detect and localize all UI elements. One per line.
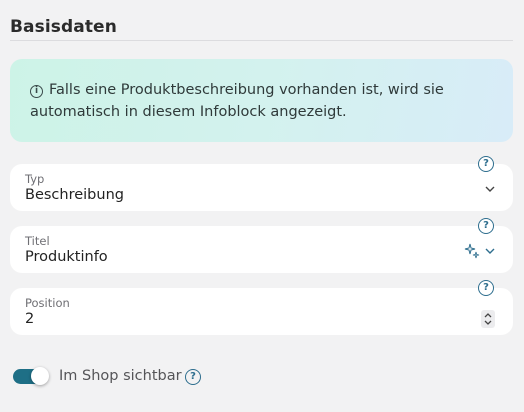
typ-label: Typ xyxy=(25,172,45,186)
position-field[interactable]: ? Position 2 xyxy=(10,280,513,335)
shop-visible-label: Im Shop sichtbar xyxy=(59,368,182,384)
section-title: Basisdaten xyxy=(10,17,117,37)
section-divider xyxy=(10,40,513,41)
position-value[interactable]: 2 xyxy=(25,311,34,327)
shop-visible-toggle[interactable] xyxy=(13,367,49,385)
titel-label: Titel xyxy=(25,234,50,248)
shop-visible-help-icon[interactable]: ? xyxy=(185,369,201,385)
typ-help-icon[interactable]: ? xyxy=(478,156,494,172)
titel-help-icon[interactable]: ? xyxy=(478,218,494,234)
typ-value: Beschreibung xyxy=(25,187,124,203)
info-box: i Falls eine Produktbeschreibung vorhande… xyxy=(10,59,513,142)
chevron-down-icon[interactable] xyxy=(485,185,495,193)
position-label: Position xyxy=(25,296,70,310)
ai-sparkle-icon[interactable] xyxy=(464,243,480,259)
toggle-knob[interactable] xyxy=(31,367,49,385)
position-stepper[interactable] xyxy=(481,310,495,328)
stepper-arrows-icon[interactable] xyxy=(481,310,495,328)
position-help-icon[interactable]: ? xyxy=(478,280,494,296)
info-text: Falls eine Produktbeschreibung vorhanden… xyxy=(30,82,444,120)
chevron-down-icon[interactable] xyxy=(485,247,495,255)
titel-value: Produktinfo xyxy=(25,249,108,265)
info-icon: i xyxy=(30,85,43,98)
typ-select[interactable]: ? Typ Beschreibung xyxy=(10,156,513,211)
titel-field[interactable]: ? Titel Produktinfo xyxy=(10,218,513,273)
